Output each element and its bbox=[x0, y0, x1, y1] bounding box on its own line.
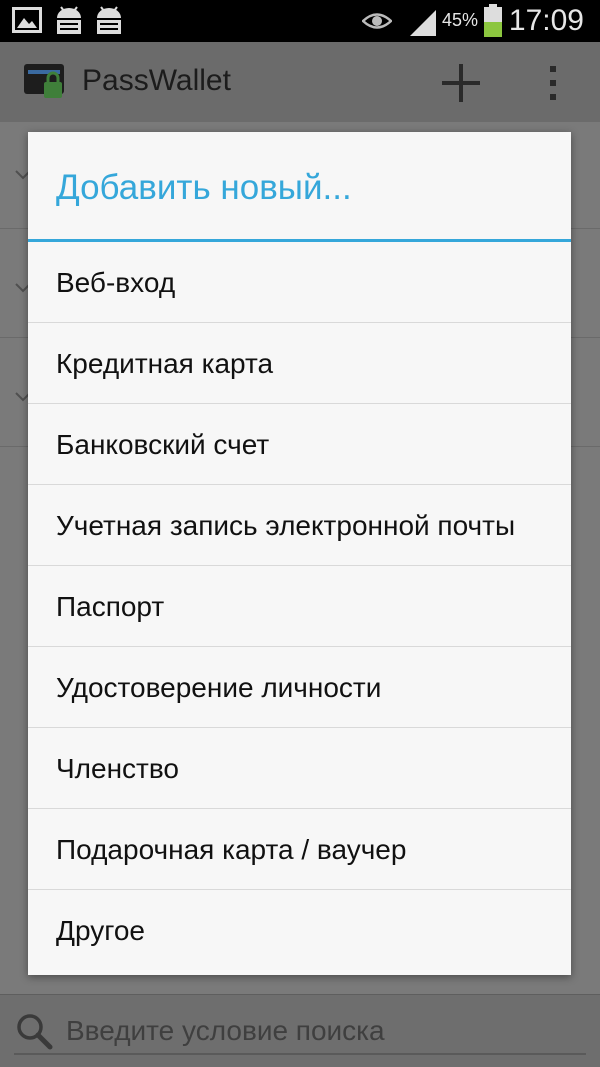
android-debug-icon bbox=[92, 6, 126, 41]
menu-item-web-login[interactable]: Веб-вход bbox=[28, 242, 571, 323]
battery-icon bbox=[482, 4, 504, 43]
dialog-title: Добавить новый... bbox=[56, 168, 352, 207]
battery-percent: 45% bbox=[441, 10, 478, 30]
search-underline bbox=[14, 1053, 586, 1055]
menu-item-membership[interactable]: Членство bbox=[28, 728, 571, 809]
image-icon bbox=[12, 6, 42, 39]
menu-item-id-card[interactable]: Удостоверение личности bbox=[28, 647, 571, 728]
menu-item-label: Кредитная карта bbox=[56, 347, 274, 379]
overflow-menu-icon[interactable] bbox=[545, 64, 561, 104]
add-new-dialog: Добавить новый... Веб-вход Кредитная кар… bbox=[28, 132, 571, 975]
menu-item-label: Веб-вход bbox=[56, 266, 176, 298]
menu-item-bank-account[interactable]: Банковский счет bbox=[28, 404, 571, 485]
menu-item-gift-card[interactable]: Подарочная карта / ваучер bbox=[28, 809, 571, 890]
android-debug-icon bbox=[52, 6, 86, 41]
menu-item-credit-card[interactable]: Кредитная карта bbox=[28, 323, 571, 404]
menu-item-label: Удостоверение личности bbox=[56, 671, 382, 703]
menu-item-label: Другое bbox=[56, 915, 145, 946]
wallet-lock-icon[interactable] bbox=[22, 60, 68, 109]
menu-item-other[interactable]: Другое bbox=[28, 890, 571, 971]
clock: 17:09 bbox=[508, 4, 584, 37]
menu-item-email-account[interactable]: Учетная запись электронной почты bbox=[28, 485, 571, 566]
status-bar: 45% 17:09 bbox=[0, 0, 600, 42]
search-icon bbox=[14, 1011, 54, 1056]
menu-item-label: Членство bbox=[56, 752, 179, 784]
menu-item-label: Подарочная карта / ваучер bbox=[56, 833, 407, 865]
menu-item-label: Банковский счет bbox=[56, 428, 270, 460]
add-icon[interactable] bbox=[440, 62, 482, 104]
search-bar bbox=[0, 994, 600, 1067]
search-input[interactable] bbox=[66, 1013, 586, 1049]
add-type-menu: Веб-вход Кредитная карта Банковский счет… bbox=[28, 242, 571, 971]
signal-icon bbox=[408, 8, 438, 41]
app-bar: PassWallet bbox=[0, 42, 600, 122]
menu-item-label: Паспорт bbox=[56, 590, 165, 622]
menu-item-passport[interactable]: Паспорт bbox=[28, 566, 571, 647]
menu-item-label: Учетная запись электронной почты bbox=[56, 509, 516, 541]
app-title: PassWallet bbox=[82, 64, 231, 97]
eye-icon bbox=[361, 10, 393, 37]
